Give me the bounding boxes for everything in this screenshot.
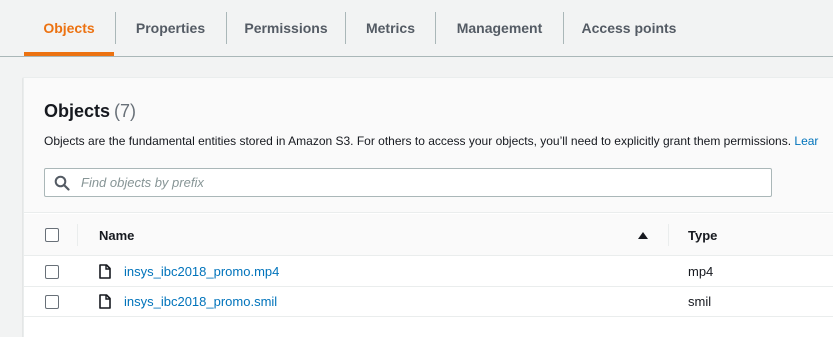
tab-metrics[interactable]: Metrics [346, 0, 435, 56]
object-name-link[interactable]: insys_ibc2018_promo.mp4 [124, 264, 279, 279]
tab-access-points[interactable]: Access points [564, 0, 694, 56]
table-row: insys_ibc2018_promo.smil smil [24, 287, 833, 317]
object-type: mp4 [688, 264, 714, 279]
table-header: Name Type [24, 214, 833, 256]
file-icon [99, 264, 111, 279]
panel-header: Objects (7) Objects are the fundamental e… [24, 78, 833, 213]
sort-ascending-icon[interactable] [638, 232, 648, 239]
column-divider[interactable] [668, 224, 669, 246]
object-type: smil [688, 294, 712, 309]
row-checkbox[interactable] [45, 265, 59, 279]
tab-permissions[interactable]: Permissions [227, 0, 345, 56]
select-all-checkbox[interactable] [45, 228, 59, 242]
search-input[interactable] [79, 172, 759, 193]
object-name-link[interactable]: insys_ibc2018_promo.smil [124, 294, 277, 309]
table-row: insys_ibc2018_promo.mp4 mp4 [24, 257, 833, 287]
panel-title-text: Objects [44, 101, 111, 121]
tab-management[interactable]: Management [436, 0, 563, 56]
learn-more-link[interactable]: Lear [794, 134, 818, 148]
row-checkbox[interactable] [45, 295, 59, 309]
tab-bar: Objects Properties Permissions Metrics M… [0, 0, 833, 57]
file-icon [99, 294, 111, 309]
column-header-type[interactable]: Type [688, 214, 717, 256]
panel-description: Objects are the fundamental entities sto… [44, 134, 818, 148]
active-tab-indicator [24, 52, 114, 56]
description-text: Objects are the fundamental entities sto… [44, 134, 792, 148]
panel-title: Objects (7) [44, 101, 136, 122]
column-divider [77, 224, 78, 246]
tab-properties[interactable]: Properties [116, 0, 225, 56]
objects-panel: Objects (7) Objects are the fundamental e… [23, 77, 833, 337]
search-icon [54, 175, 70, 191]
object-count: (7) [114, 101, 137, 121]
search-box [44, 168, 772, 197]
column-header-name[interactable]: Name [99, 214, 134, 256]
tab-objects[interactable]: Objects [24, 0, 114, 56]
